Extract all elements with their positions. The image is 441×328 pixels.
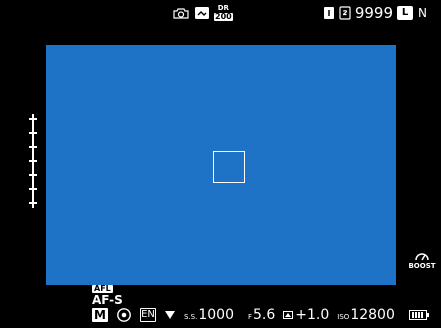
af-status: AFL AF-S — [92, 285, 123, 306]
battery-bar — [415, 312, 418, 318]
af-mode-label: AF-S — [92, 293, 123, 307]
exposure-tick — [29, 174, 37, 176]
exposure-scale — [26, 108, 44, 214]
exposure-tick — [29, 160, 37, 162]
film-simulation-icon — [194, 5, 210, 21]
camera-viewfinder: DR 200 9999 L N BOOST AFL AF-S M EN S.S.… — [0, 0, 441, 328]
exposure-mode-badge: M — [92, 308, 108, 322]
aperture: F 5.6 — [248, 308, 275, 322]
exposure-compensation-icon — [283, 311, 294, 319]
camera-mode-icon — [172, 6, 190, 20]
shutter-speed-label: S.S. — [184, 313, 198, 321]
exposure-tick — [29, 202, 37, 204]
image-quality-badge: L — [397, 6, 414, 20]
image-size-label: N — [418, 6, 427, 20]
battery-icon — [408, 310, 429, 320]
top-status-center: DR 200 — [172, 4, 233, 22]
remaining-shots: 9999 — [354, 3, 394, 22]
focus-frame — [213, 151, 245, 183]
card-slot-1-icon — [323, 6, 335, 20]
iso: ISO 12800 — [337, 308, 395, 322]
shutter-speed-value: 1000 — [198, 307, 234, 323]
bottom-status-bar: M EN S.S. 1000 F 5.6 +1.0 ISO 12800 — [92, 306, 429, 324]
battery-bar — [421, 312, 424, 318]
dynamic-range-label: DR — [217, 4, 229, 12]
dynamic-range-indicator: DR 200 — [214, 5, 233, 21]
exposure-tick — [29, 146, 37, 148]
exposure-tick — [29, 188, 37, 190]
boost-label: BOOST — [408, 262, 436, 270]
top-status-right: 9999 L N — [323, 4, 427, 22]
metering-mode-icon — [116, 307, 132, 323]
exposure-tick — [29, 118, 37, 120]
battery-bars — [412, 312, 424, 318]
boost-icon — [414, 250, 430, 262]
iso-value: 12800 — [350, 307, 395, 323]
shutter-priority-icon — [164, 309, 176, 321]
exposure-compensation-value: +1.0 — [295, 307, 330, 323]
battery-bar — [412, 312, 415, 318]
metering-badge: EN — [140, 308, 156, 322]
dynamic-range-value: 200 — [214, 12, 233, 21]
boost-indicator: BOOST — [408, 244, 436, 276]
aperture-value: 5.6 — [253, 307, 276, 323]
exposure-tick — [29, 132, 37, 134]
shutter-speed: S.S. 1000 — [184, 308, 234, 322]
af-lock-badge: AFL — [92, 284, 113, 293]
aperture-label: F — [247, 313, 253, 321]
battery-bar — [418, 312, 421, 318]
iso-label: ISO — [337, 313, 350, 321]
card-slot-2-icon — [339, 6, 351, 20]
exposure-compensation: +1.0 — [283, 308, 329, 322]
